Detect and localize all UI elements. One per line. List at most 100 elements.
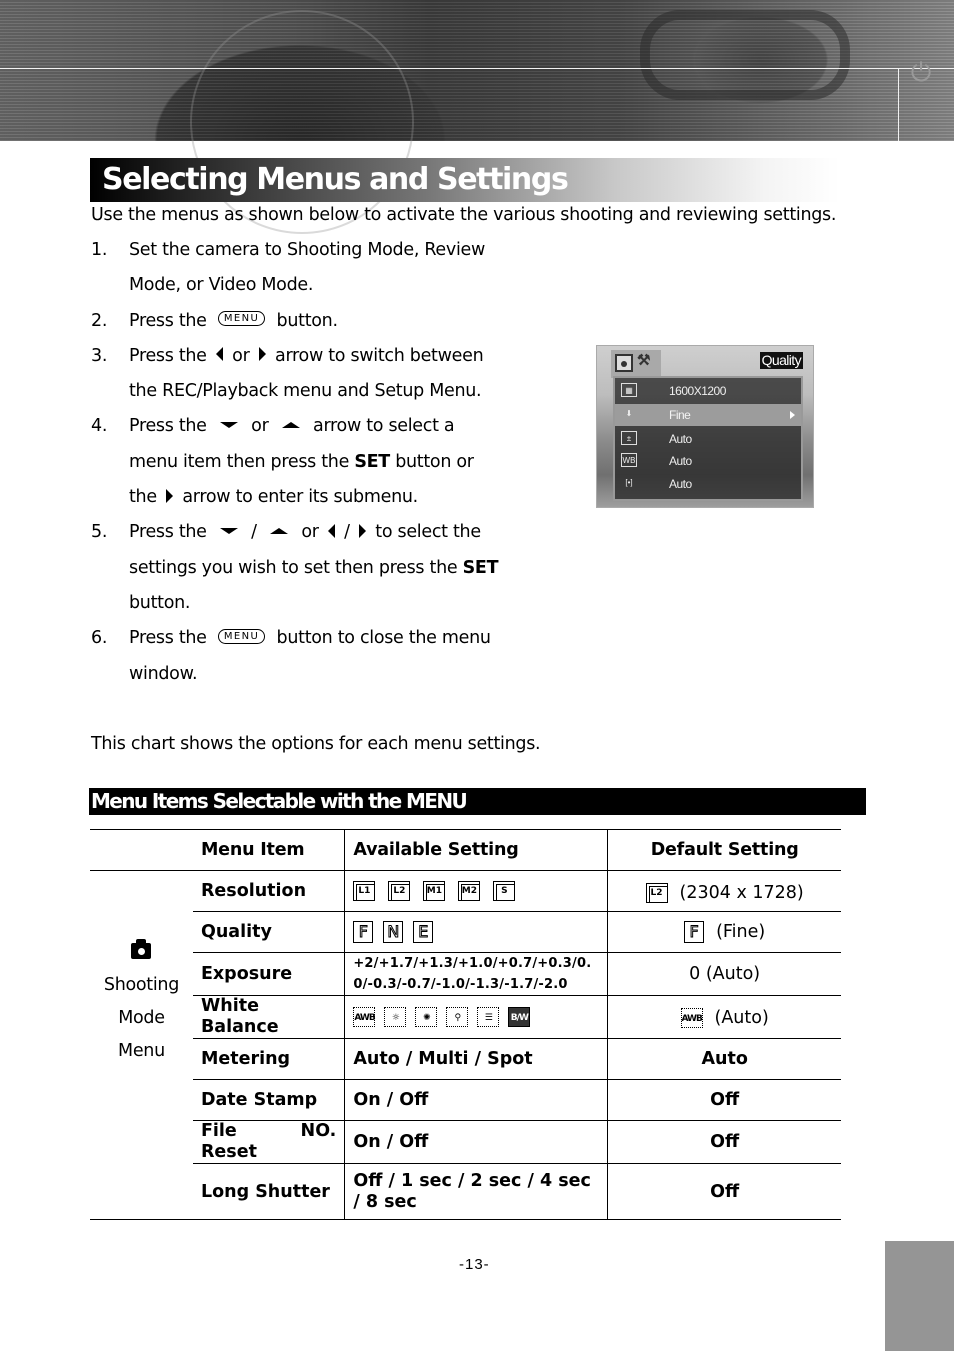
quality-icon: ⬇ xyxy=(625,409,633,418)
step-text-part: / xyxy=(251,522,257,543)
header-menu-item: Menu Item xyxy=(192,829,345,871)
camera-menu-screenshot: ⚒ Quality ▦ 1600X1200 ⬇ Fine ± Auto WB A… xyxy=(596,345,814,508)
lcd-row-value: Auto xyxy=(669,432,692,446)
available-line: 0/-0.3/-0.7/-1.0/-1.3/-1.7/-2.0 xyxy=(353,977,568,992)
down-arrow-icon xyxy=(219,527,238,534)
step-text-part: Press the xyxy=(129,522,207,543)
menu-items-table: Menu Item Available Setting Default Sett… xyxy=(90,829,841,1220)
chart-note: This chart shows the options for each me… xyxy=(91,734,541,754)
step-2: 2. Press the MENU button. xyxy=(91,304,521,339)
item-line: File xyxy=(200,1121,237,1141)
step-1: 1. Set the camera to Shooting Mode, Revi… xyxy=(91,233,521,268)
lcd-row-resolution: ▦ 1600X1200 xyxy=(615,380,801,402)
setup-tools-icon: ⚒ xyxy=(637,352,651,369)
resolution-l2-icon: L2 xyxy=(645,882,668,903)
banner-divider-line xyxy=(0,68,954,69)
wb-auto-icon: AWB xyxy=(353,1007,376,1027)
group-label-line: Menu xyxy=(118,1041,165,1061)
default-setting: Off xyxy=(607,1120,841,1164)
resolution-m1-icon: M1 xyxy=(423,881,446,901)
step-text: window. xyxy=(129,663,198,684)
right-arrow-icon xyxy=(359,523,367,538)
resolution-icon: ▦ xyxy=(621,383,637,397)
wb-daylight-icon: ☼ xyxy=(384,1007,407,1027)
step-text-part: or xyxy=(301,522,319,543)
step-text-part: arrow to select a xyxy=(313,416,455,437)
step-4: 4. Press the or arrow to select a xyxy=(91,409,521,444)
lcd-row-value: Fine xyxy=(669,408,691,422)
table-row: White Balance AWB ☼ ✺ ⚲ ☰ B/W AWB (Auto) xyxy=(90,995,841,1039)
left-arrow-icon xyxy=(327,523,335,538)
left-arrow-icon xyxy=(215,347,223,362)
section-title-bar: Menu Items Selectable with the MENU xyxy=(89,788,866,815)
default-setting: Off xyxy=(607,1079,841,1121)
page-title: Selecting Menus and Settings xyxy=(102,162,569,197)
step-text: settings you wish to set then press the … xyxy=(129,551,499,586)
set-button-label: SET xyxy=(354,451,390,472)
power-icon: ⏻ xyxy=(910,58,932,88)
menu-button-icon: MENU xyxy=(217,628,266,644)
group-label-line: Mode xyxy=(118,1008,165,1028)
quality-normal-icon: N xyxy=(383,921,404,943)
step-text: Press the or arrow to select a xyxy=(129,409,455,444)
step-text: Mode, or Video Mode. xyxy=(129,275,314,296)
available-setting: F N E xyxy=(344,911,608,953)
step-text: Press the MENU button to close the menu xyxy=(129,621,491,656)
section-thumb-tab xyxy=(885,1241,954,1351)
group-label-line: Shooting xyxy=(103,975,180,995)
step-text-part: / xyxy=(344,522,350,543)
step-text: Press the / or / to select the xyxy=(129,515,481,550)
menu-item-name: Exposure xyxy=(192,952,345,996)
step-number: 3. xyxy=(91,345,108,366)
camera-icon xyxy=(131,939,152,959)
step-text: Set the camera to Shooting Mode, Review xyxy=(129,240,485,260)
banner-vertical-line xyxy=(898,68,899,141)
item-line: Balance xyxy=(200,1017,279,1037)
right-arrow-icon xyxy=(166,488,174,503)
step-text-part: Press the xyxy=(129,416,207,437)
header-default-setting: Default Setting xyxy=(607,829,841,871)
step-text: the REC/Playback menu and Setup Menu. xyxy=(129,381,482,402)
step-text-part: button or xyxy=(395,451,474,472)
group-shooting-mode-menu: Shooting Mode Menu xyxy=(90,870,193,1220)
step-5-cont2: button. xyxy=(91,586,521,621)
steps-list: 1. Set the camera to Shooting Mode, Revi… xyxy=(91,233,521,692)
menu-item-name: Date Stamp xyxy=(192,1079,345,1121)
available-setting: +2/+1.7/+1.3/+1.0/+0.7/+0.3/0. 0/-0.3/-0… xyxy=(344,952,608,996)
default-value: (2304 x 1728) xyxy=(679,882,804,903)
lcd-row-exposure: ± Auto xyxy=(615,428,801,450)
available-setting: AWB ☼ ✺ ⚲ ☰ B/W xyxy=(344,995,608,1039)
page-title-bar: Selecting Menus and Settings xyxy=(90,158,840,202)
step-text: Press the MENU button. xyxy=(129,304,338,339)
exposure-icon: ± xyxy=(621,431,637,445)
step-6: 6. Press the MENU button to close the me… xyxy=(91,621,521,656)
table-header-row: Menu Item Available Setting Default Sett… xyxy=(90,829,841,871)
step-text-part: or xyxy=(232,345,250,366)
quality-fine-icon: F xyxy=(684,921,705,943)
table-row: Metering Auto / Multi / Spot Auto xyxy=(90,1038,841,1080)
step-text-part: or xyxy=(251,416,269,437)
up-arrow-icon xyxy=(270,527,289,534)
step-text-part: menu item then press the xyxy=(129,451,350,472)
resolution-l1-icon: L1 xyxy=(353,881,376,901)
quality-economy-icon: E xyxy=(413,921,434,943)
page-number: -13- xyxy=(459,1256,490,1273)
default-setting: F (Fine) xyxy=(607,911,841,953)
step-text-part: arrow to switch between xyxy=(275,345,484,366)
right-arrow-icon xyxy=(258,347,266,362)
available-setting: L1 L2 M1 M2 S xyxy=(344,870,608,912)
white-balance-icon: WB xyxy=(621,453,637,467)
menu-item-name: Quality xyxy=(192,911,345,953)
menu-item-name: Long Shutter xyxy=(192,1163,345,1220)
lcd-row-value: Auto xyxy=(669,454,692,468)
wb-cloudy-icon: ☰ xyxy=(477,1007,500,1027)
available-setting: On / Off xyxy=(344,1120,608,1164)
lcd-row-value: Auto xyxy=(669,477,692,491)
header-available-setting: Available Setting xyxy=(344,829,608,871)
available-line: Off / 1 sec / 2 sec / 4 sec xyxy=(353,1170,591,1191)
step-3: 3. Press the or arrow to switch between xyxy=(91,339,521,374)
table-row: File NO. Reset On / Off Off xyxy=(90,1120,841,1164)
default-setting: AWB (Auto) xyxy=(607,995,841,1039)
table-row: Date Stamp On / Off Off xyxy=(90,1079,841,1121)
header-group xyxy=(90,829,193,871)
